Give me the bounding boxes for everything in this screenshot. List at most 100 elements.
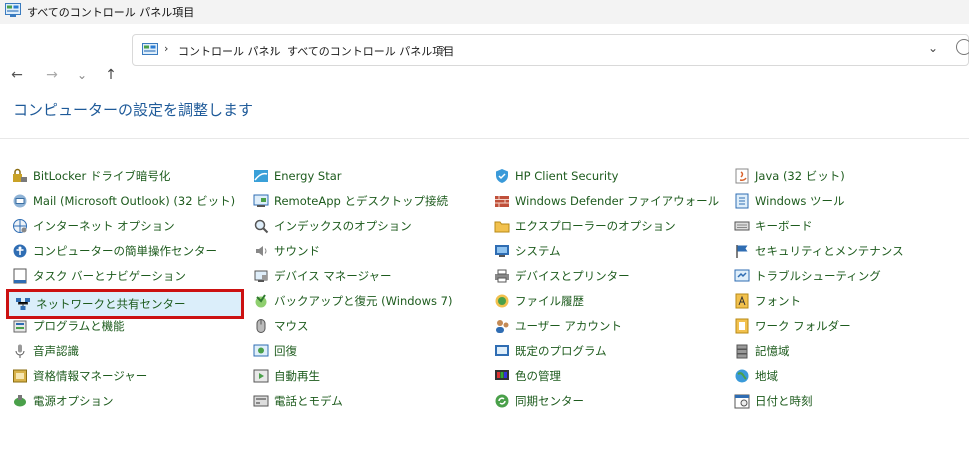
control-panel-item[interactable]: デバイス マネージャー	[247, 265, 485, 287]
control-panel-item[interactable]: Mail (Microsoft Outlook) (32 ビット)	[6, 190, 244, 212]
control-panel-item[interactable]: プログラムと機能	[6, 315, 244, 337]
item-label: Windows ツール	[755, 194, 845, 208]
control-panel-item[interactable]: タスク バーとナビゲーション	[6, 265, 244, 287]
item-label: バックアップと復元 (Windows 7)	[274, 294, 453, 308]
speaker-icon	[256, 246, 267, 256]
mouse-icon	[256, 319, 266, 333]
breadcrumb-control-panel[interactable]: コントロール パネル	[178, 43, 281, 59]
control-panel-item[interactable]: 自動再生	[247, 365, 485, 387]
item-label: サウンド	[274, 244, 320, 258]
breadcrumb-all-items[interactable]: すべてのコントロール パネル項目	[287, 43, 454, 59]
control-panel-item[interactable]: デバイスとプリンター	[488, 265, 726, 287]
system-icon	[495, 245, 509, 257]
control-panel-item[interactable]: 既定のプログラム	[488, 340, 726, 362]
control-panel-item[interactable]: システム	[488, 240, 726, 262]
control-panel-item[interactable]: キーボード	[728, 215, 966, 237]
up-button[interactable]: ↑	[102, 66, 120, 84]
recovery-icon	[253, 344, 269, 357]
control-panel-item[interactable]: トラブルシューティング	[728, 265, 966, 287]
control-panel-item[interactable]: HP Client Security	[488, 165, 726, 187]
mail-icon	[13, 194, 27, 208]
item-label: 電源オプション	[33, 394, 114, 408]
control-panel-item[interactable]: 同期センター	[488, 390, 726, 412]
default-programs-icon	[495, 345, 509, 356]
taskbar-icon	[13, 268, 27, 284]
control-panel-item[interactable]: ファイル履歴	[488, 290, 726, 312]
item-label: RemoteApp とデスクトップ接続	[274, 194, 448, 208]
control-panel-item[interactable]: ユーザー アカウント	[488, 315, 726, 337]
control-panel-item[interactable]: フォント	[728, 290, 966, 312]
control-panel-item[interactable]: 電話とモデム	[247, 390, 485, 412]
control-panel-item[interactable]: エクスプローラーのオプション	[488, 215, 726, 237]
breadcrumb-separator[interactable]: ›	[164, 42, 168, 55]
energy-star-icon	[254, 170, 268, 182]
backup-icon	[255, 294, 267, 308]
breadcrumb-separator[interactable]: ›	[442, 42, 446, 55]
recent-locations-button[interactable]: ⌄	[73, 66, 91, 84]
up-arrow-icon: ↑	[105, 67, 117, 83]
control-panel-item[interactable]: 日付と時刻	[728, 390, 966, 412]
autoplay-icon	[253, 369, 269, 383]
address-bar[interactable]: › コントロール パネル › すべてのコントロール パネル項目 › ⌄	[132, 34, 969, 66]
credential-icon	[13, 369, 27, 383]
back-button[interactable]: ←	[8, 66, 26, 84]
title-bar: すべてのコントロール パネル項目	[0, 0, 969, 24]
file-history-icon	[495, 294, 509, 308]
control-panel-item[interactable]: 記憶域	[728, 340, 966, 362]
control-panel-item[interactable]: 地域	[728, 365, 966, 387]
item-label: セキュリティとメンテナンス	[755, 244, 904, 258]
indexing-icon	[254, 219, 269, 234]
firewall-icon	[495, 196, 509, 207]
phone-modem-icon	[253, 395, 269, 407]
item-label: 日付と時刻	[755, 394, 813, 408]
item-label: BitLocker ドライブ暗号化	[33, 169, 171, 183]
item-label: HP Client Security	[515, 169, 619, 183]
region-icon	[735, 369, 749, 383]
item-label: タスク バーとナビゲーション	[33, 269, 186, 283]
control-panel-item[interactable]: コンピューターの簡単操作センター	[6, 240, 244, 262]
control-panel-item[interactable]: 資格情報マネージャー	[6, 365, 244, 387]
item-label: インターネット オプション	[33, 219, 175, 233]
control-panel-item[interactable]: Energy Star	[247, 165, 485, 187]
item-label: 地域	[755, 369, 778, 383]
microphone-icon	[15, 344, 25, 358]
address-dropdown-icon[interactable]: ⌄	[928, 41, 938, 55]
item-label: システム	[515, 244, 561, 258]
control-panel-item[interactable]: 色の管理	[488, 365, 726, 387]
item-label: 色の管理	[515, 369, 561, 383]
item-label: フォント	[755, 294, 801, 308]
item-label: コンピューターの簡単操作センター	[33, 244, 217, 258]
item-label: Energy Star	[274, 169, 342, 183]
windows-tools-icon	[735, 193, 749, 209]
control-panel-item[interactable]: マウス	[247, 315, 485, 337]
control-panel-item[interactable]: ワーク フォルダー	[728, 315, 966, 337]
storage-icon	[736, 344, 748, 359]
control-panel-item[interactable]: Java (32 ビット)	[728, 165, 966, 187]
control-panel-item[interactable]: Windows Defender ファイアウォール	[488, 190, 726, 212]
item-label: インデックスのオプション	[274, 219, 412, 233]
control-panel-item[interactable]: RemoteApp とデスクトップ接続	[247, 190, 485, 212]
control-panel-item[interactable]: バックアップと復元 (Windows 7)	[247, 290, 485, 312]
refresh-icon[interactable]	[956, 39, 969, 55]
control-panel-item[interactable]: サウンド	[247, 240, 485, 262]
item-label: Java (32 ビット)	[755, 169, 845, 183]
control-panel-item[interactable]: BitLocker ドライブ暗号化	[6, 165, 244, 187]
control-panel-item[interactable]: 電源オプション	[6, 390, 244, 412]
printer-icon	[495, 269, 509, 283]
item-label: ファイル履歴	[515, 294, 584, 308]
control-panel-item[interactable]: インデックスのオプション	[247, 215, 485, 237]
control-panel-item[interactable]: 音声認識	[6, 340, 244, 362]
control-panel-item[interactable]: 回復	[247, 340, 485, 362]
item-label: ユーザー アカウント	[515, 319, 622, 333]
color-management-icon	[495, 370, 509, 380]
control-panel-item[interactable]: セキュリティとメンテナンス	[728, 240, 966, 262]
flag-icon	[736, 245, 748, 258]
breadcrumb-separator[interactable]: ›	[270, 42, 274, 55]
internet-options-icon	[13, 219, 27, 233]
control-panel-item[interactable]: Windows ツール	[728, 190, 966, 212]
item-label: トラブルシューティング	[755, 269, 881, 283]
troubleshooting-icon	[734, 269, 750, 282]
java-icon	[735, 168, 749, 184]
forward-button[interactable]: →	[43, 66, 61, 84]
control-panel-item[interactable]: インターネット オプション	[6, 215, 244, 237]
